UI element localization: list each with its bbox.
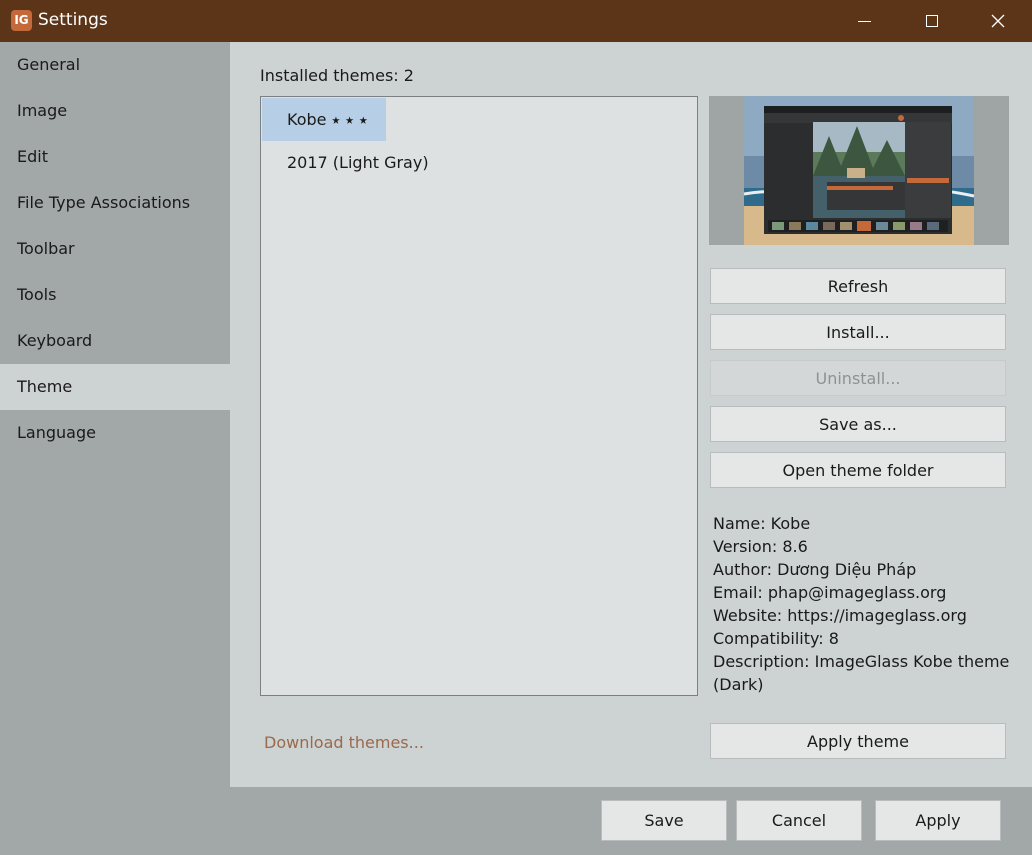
theme-list-item-kobe[interactable]: Kobe ⭑ ⭑ ⭑ xyxy=(262,98,386,141)
window-title: Settings xyxy=(38,10,108,30)
save-button[interactable]: Save xyxy=(601,800,727,841)
theme-author: Author: Dương Diệu Pháp xyxy=(713,560,917,579)
sidebar-item-tools[interactable]: Tools xyxy=(0,272,230,318)
download-themes-link[interactable]: Download themes... xyxy=(264,733,424,752)
sidebar-item-keyboard[interactable]: Keyboard xyxy=(0,318,230,364)
theme-settings-panel: Installed themes: 2 Kobe ⭑ ⭑ ⭑ 2017 (Lig… xyxy=(230,42,1032,787)
theme-version: Version: 8.6 xyxy=(713,537,808,556)
theme-name: Name: Kobe xyxy=(713,514,811,533)
theme-list[interactable]: Kobe ⭑ ⭑ ⭑ 2017 (Light Gray) xyxy=(260,96,698,696)
install-button[interactable]: Install... xyxy=(710,314,1006,350)
theme-list-item-2017-light-gray[interactable]: 2017 (Light Gray) xyxy=(262,141,447,184)
close-icon xyxy=(991,14,1005,28)
theme-preview-image xyxy=(709,96,1009,245)
sidebar-item-toolbar[interactable]: Toolbar xyxy=(0,226,230,272)
theme-description: Description: ImageGlass Kobe theme xyxy=(713,652,1010,671)
close-button[interactable] xyxy=(975,0,1021,42)
minimize-button[interactable] xyxy=(841,0,887,42)
refresh-button[interactable]: Refresh xyxy=(710,268,1006,304)
theme-compatibility: Compatibility: 8 xyxy=(713,629,839,648)
installed-themes-label: Installed themes: 2 xyxy=(260,66,414,85)
sidebar-item-theme[interactable]: Theme xyxy=(0,364,230,410)
maximize-icon xyxy=(926,15,938,27)
open-theme-folder-button[interactable]: Open theme folder xyxy=(710,452,1006,488)
sidebar-item-language[interactable]: Language xyxy=(0,410,230,456)
sidebar-item-image[interactable]: Image xyxy=(0,88,230,134)
theme-email: Email: phap@imageglass.org xyxy=(713,583,947,602)
uninstall-button[interactable]: Uninstall... xyxy=(710,360,1006,396)
theme-website: Website: https://imageglass.org xyxy=(713,606,967,625)
sidebar-item-general[interactable]: General xyxy=(0,42,230,88)
apply-button[interactable]: Apply xyxy=(875,800,1001,841)
maximize-button[interactable] xyxy=(909,0,955,42)
app-icon: IG xyxy=(11,10,32,31)
minimize-icon xyxy=(857,20,871,22)
settings-sidebar: General Image Edit File Type Association… xyxy=(0,42,230,787)
theme-preview-thumbnail xyxy=(709,96,1009,245)
theme-description-continued: (Dark) xyxy=(713,675,764,694)
sidebar-item-edit[interactable]: Edit xyxy=(0,134,230,180)
apply-theme-button[interactable]: Apply theme xyxy=(710,723,1006,759)
cancel-button[interactable]: Cancel xyxy=(736,800,862,841)
title-bar: IG Settings xyxy=(0,0,1032,42)
save-as-button[interactable]: Save as... xyxy=(710,406,1006,442)
theme-info: Name: Kobe Version: 8.6 Author: Dương Di… xyxy=(713,512,1013,696)
sidebar-item-file-type-associations[interactable]: File Type Associations xyxy=(0,180,230,226)
